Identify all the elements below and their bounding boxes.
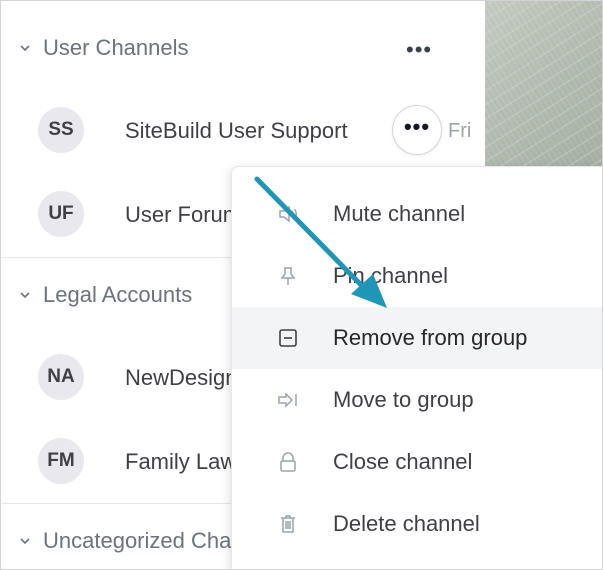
avatar: NA (38, 354, 84, 400)
menu-item-label: Delete channel (333, 511, 480, 536)
avatar: UF (38, 191, 84, 237)
move-arrow-icon (276, 388, 300, 412)
chevron-down-icon (19, 535, 31, 547)
menu-item-close-channel[interactable]: Close channel (232, 431, 602, 493)
channel-more-button[interactable]: ••• (392, 105, 442, 155)
group-label: User Channels (43, 35, 189, 60)
ellipsis-icon: ••• (403, 114, 431, 139)
menu-item-move-to-group[interactable]: Move to group (232, 369, 602, 431)
menu-item-label: Remove from group (333, 325, 528, 350)
speaker-mute-icon (276, 202, 300, 226)
background-photo (485, 1, 602, 171)
avatar: SS (38, 107, 84, 153)
channel-name: SiteBuild User Support (125, 118, 348, 143)
group-header-legal-accounts[interactable]: Legal Accounts (19, 280, 192, 310)
channel-context-menu: Mute channel Pin channel Remove from gro… (231, 166, 602, 569)
menu-item-label: Move to group (333, 387, 474, 412)
avatar: FM (38, 438, 84, 484)
group-more-button[interactable]: ••• (406, 37, 432, 63)
menu-item-pin-channel[interactable]: Pin channel (232, 245, 602, 307)
group-label: Legal Accounts (43, 282, 193, 307)
menu-item-delete-channel[interactable]: Delete channel (232, 493, 602, 555)
channel-timestamp: Fri (448, 120, 472, 142)
channel-name: Family Law (125, 449, 237, 474)
menu-item-label: Close channel (333, 449, 473, 474)
channel-name: User Forum (125, 202, 242, 227)
group-header-user-channels[interactable]: User Channels (19, 33, 189, 63)
menu-item-label: Mute channel (333, 201, 466, 226)
chevron-down-icon (19, 42, 31, 54)
pin-icon (276, 264, 300, 288)
trash-icon (276, 512, 300, 536)
menu-item-mute-channel[interactable]: Mute channel (232, 183, 602, 245)
lock-icon (276, 450, 300, 474)
menu-item-label: Pin channel (333, 263, 448, 288)
chevron-down-icon (19, 289, 31, 301)
menu-item-remove-from-group[interactable]: Remove from group (232, 307, 602, 369)
app-window: User Channels ••• SS SiteBuild User Supp… (0, 0, 603, 570)
minus-square-icon (276, 326, 300, 350)
